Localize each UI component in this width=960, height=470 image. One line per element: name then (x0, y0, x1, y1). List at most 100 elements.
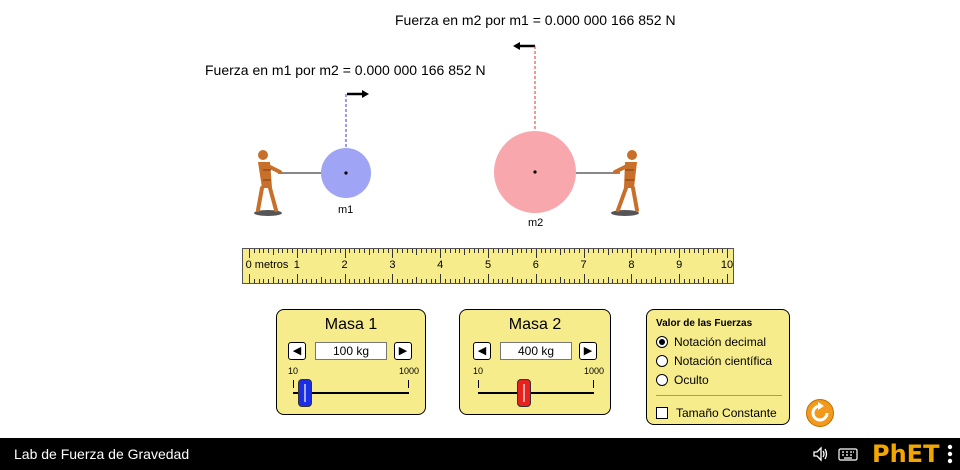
constant-size-label: Tamaño Constante (676, 406, 777, 420)
ruler-tick (325, 279, 327, 283)
panel-divider (656, 395, 782, 396)
ruler-tick (354, 279, 356, 283)
ruler-tick (722, 249, 724, 253)
ruler-tick (703, 277, 705, 283)
option-decimal-label: Notación decimal (674, 335, 767, 349)
ruler-tick (488, 249, 489, 258)
radio-hidden[interactable] (656, 374, 668, 386)
ruler-tick (272, 277, 274, 283)
ruler-tick (325, 249, 327, 253)
ruler-tick (640, 279, 642, 283)
ruler-tick (368, 249, 370, 255)
radio-scientific[interactable] (656, 355, 668, 367)
ruler-tick (664, 279, 666, 283)
ruler-tick (464, 249, 466, 255)
ruler[interactable]: 0 metros 1 2 3 4 5 6 7 8 9 10 (242, 248, 734, 284)
ruler-number: 9 (676, 259, 683, 271)
ruler-tick (301, 249, 303, 253)
sound-icon (813, 446, 828, 462)
ruler-tick (693, 249, 695, 253)
constant-size-toggle[interactable]: Tamaño Constante (656, 406, 777, 420)
ruler-tick (387, 279, 389, 283)
ruler-tick (444, 249, 446, 253)
ruler-tick (564, 249, 566, 253)
ruler-tick (545, 249, 547, 253)
ruler-tick (382, 279, 384, 283)
mass-1-decrement-button[interactable]: ◀ (288, 342, 306, 360)
ruler-tick (655, 249, 657, 255)
ruler-tick (373, 249, 375, 253)
ruler-tick (454, 249, 456, 253)
ruler-number: 6 (532, 259, 539, 271)
ruler-tick (373, 279, 375, 283)
ruler-tick (631, 274, 633, 283)
mass-2-slider-thumb[interactable] (517, 379, 532, 407)
ruler-tick (296, 249, 298, 258)
ruler-tick (354, 249, 356, 253)
option-hidden[interactable]: Oculto (656, 373, 709, 387)
ruler-tick (368, 277, 370, 283)
puller-left-icon (254, 150, 282, 216)
ruler-tick (249, 249, 250, 258)
mass-2-increment-button[interactable]: ▶ (579, 342, 597, 360)
ruler-tick (688, 279, 690, 283)
option-scientific-notation[interactable]: Notación científica (656, 354, 772, 368)
ruler-tick (593, 249, 595, 253)
ruler-tick (502, 249, 504, 253)
ruler-tick (392, 274, 394, 283)
ruler-tick (645, 279, 647, 283)
ruler-tick (712, 249, 714, 253)
ruler-tick (272, 249, 274, 255)
phet-logo[interactable]: PhET (872, 440, 939, 468)
ruler-tick (554, 249, 556, 253)
ruler-tick (617, 279, 619, 283)
mass-1-slider-thumb[interactable] (297, 379, 312, 407)
mass-2-slider-track[interactable] (478, 392, 594, 394)
mass-2-decrement-button[interactable]: ◀ (473, 342, 491, 360)
ruler-tick (425, 279, 427, 283)
ruler-tick (330, 279, 332, 283)
sound-toggle-button[interactable] (812, 445, 830, 463)
ruler-tick (703, 249, 705, 255)
ruler-number: 4 (437, 259, 444, 271)
keyboard-help-button[interactable] (838, 446, 858, 462)
ruler-tick (707, 249, 709, 253)
ruler-tick (430, 279, 432, 283)
phet-menu-button[interactable] (946, 443, 954, 465)
reset-all-button[interactable] (806, 399, 834, 427)
ruler-tick (621, 279, 623, 283)
mass-1-increment-button[interactable]: ▶ (394, 342, 412, 360)
ruler-tick (617, 249, 619, 253)
ruler-tick (727, 249, 728, 258)
ruler-tick (430, 249, 432, 253)
ruler-tick (674, 279, 676, 283)
ruler-tick (488, 274, 489, 283)
ruler-tick (679, 249, 681, 258)
ruler-tick (335, 249, 337, 253)
ruler-tick (363, 249, 365, 253)
ruler-tick (416, 249, 418, 255)
option-decimal-notation[interactable]: Notación decimal (656, 335, 766, 349)
ruler-tick (597, 279, 599, 283)
ruler-tick (511, 277, 513, 283)
ruler-tick (315, 249, 317, 253)
ruler-tick (717, 249, 719, 253)
ruler-tick (669, 279, 671, 283)
ruler-tick (349, 279, 351, 283)
ruler-tick (526, 279, 528, 283)
constant-size-checkbox[interactable] (656, 407, 668, 419)
ruler-tick (540, 279, 542, 283)
ruler-tick (277, 249, 279, 253)
ruler-tick (727, 274, 728, 283)
ruler-tick (459, 279, 461, 283)
ruler-tick (311, 249, 313, 253)
ruler-tick (483, 249, 485, 253)
ruler-tick (468, 279, 470, 283)
ruler-tick (526, 249, 528, 253)
ruler-tick (344, 274, 346, 283)
ruler-tick (516, 279, 518, 283)
ruler-tick (698, 249, 700, 253)
radio-decimal[interactable] (656, 336, 668, 348)
ruler-tick (301, 279, 303, 283)
ruler-tick (411, 279, 413, 283)
